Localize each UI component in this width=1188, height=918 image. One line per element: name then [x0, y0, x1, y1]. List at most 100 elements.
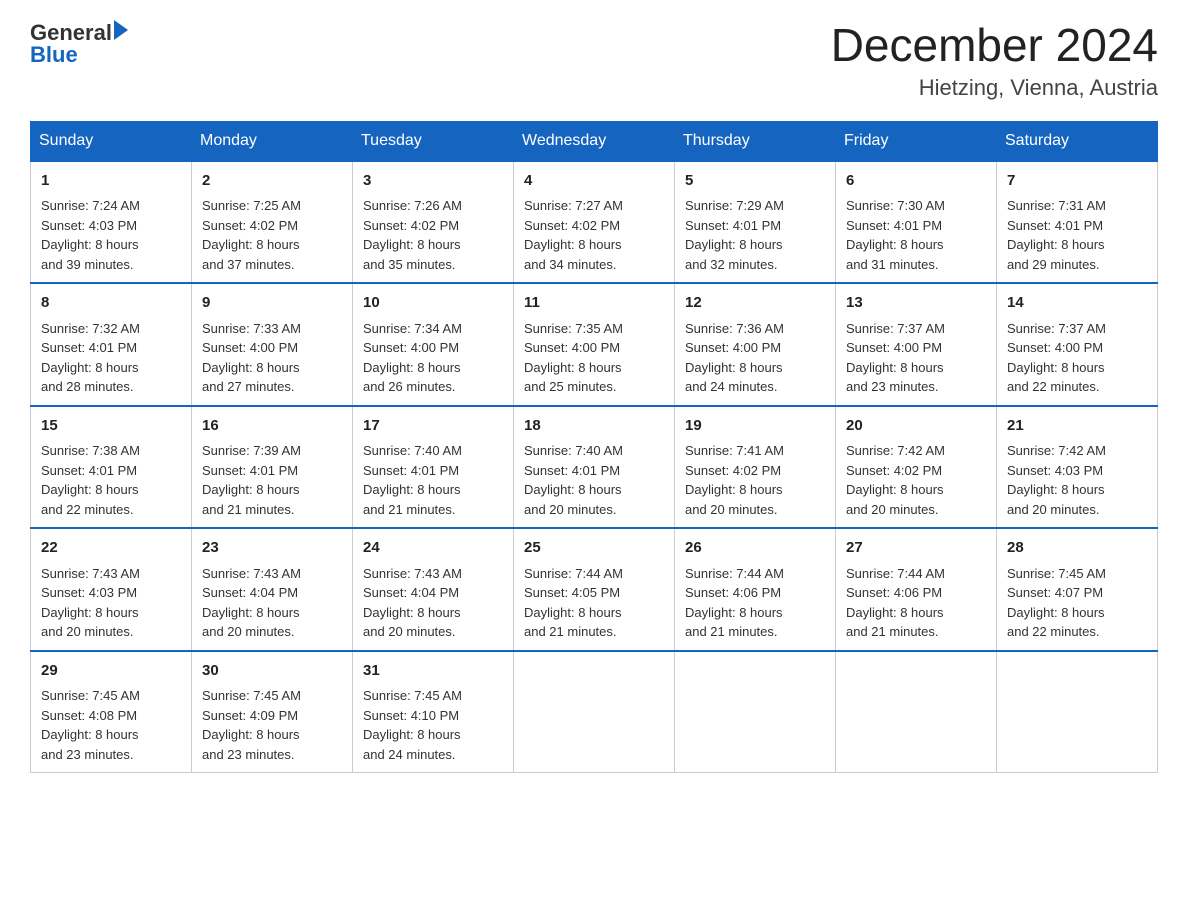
day-info: Sunrise: 7:25 AMSunset: 4:02 PMDaylight:…: [202, 198, 301, 272]
day-info: Sunrise: 7:44 AMSunset: 4:06 PMDaylight:…: [685, 566, 784, 640]
day-info: Sunrise: 7:34 AMSunset: 4:00 PMDaylight:…: [363, 321, 462, 395]
logo: General Blue: [30, 20, 128, 68]
table-row: 5 Sunrise: 7:29 AMSunset: 4:01 PMDayligh…: [675, 161, 836, 284]
calendar-week-row: 22 Sunrise: 7:43 AMSunset: 4:03 PMDaylig…: [31, 528, 1158, 651]
logo-blue-text: Blue: [30, 42, 78, 68]
table-row: 28 Sunrise: 7:45 AMSunset: 4:07 PMDaylig…: [997, 528, 1158, 651]
day-info: Sunrise: 7:38 AMSunset: 4:01 PMDaylight:…: [41, 443, 140, 517]
month-title: December 2024: [831, 20, 1158, 71]
day-number: 19: [685, 415, 825, 438]
day-number: 8: [41, 292, 181, 315]
day-info: Sunrise: 7:27 AMSunset: 4:02 PMDaylight:…: [524, 198, 623, 272]
day-info: Sunrise: 7:41 AMSunset: 4:02 PMDaylight:…: [685, 443, 784, 517]
day-number: 29: [41, 660, 181, 683]
day-number: 14: [1007, 292, 1147, 315]
day-number: 10: [363, 292, 503, 315]
day-info: Sunrise: 7:40 AMSunset: 4:01 PMDaylight:…: [363, 443, 462, 517]
day-info: Sunrise: 7:30 AMSunset: 4:01 PMDaylight:…: [846, 198, 945, 272]
table-row: 7 Sunrise: 7:31 AMSunset: 4:01 PMDayligh…: [997, 161, 1158, 284]
day-number: 9: [202, 292, 342, 315]
table-row: 19 Sunrise: 7:41 AMSunset: 4:02 PMDaylig…: [675, 406, 836, 529]
day-number: 20: [846, 415, 986, 438]
day-info: Sunrise: 7:42 AMSunset: 4:03 PMDaylight:…: [1007, 443, 1106, 517]
page-header: General Blue December 2024 Hietzing, Vie…: [30, 20, 1158, 101]
title-block: December 2024 Hietzing, Vienna, Austria: [831, 20, 1158, 101]
day-number: 18: [524, 415, 664, 438]
table-row: 15 Sunrise: 7:38 AMSunset: 4:01 PMDaylig…: [31, 406, 192, 529]
day-number: 27: [846, 537, 986, 560]
table-row: 14 Sunrise: 7:37 AMSunset: 4:00 PMDaylig…: [997, 283, 1158, 406]
table-row: 8 Sunrise: 7:32 AMSunset: 4:01 PMDayligh…: [31, 283, 192, 406]
table-row: 31 Sunrise: 7:45 AMSunset: 4:10 PMDaylig…: [353, 651, 514, 773]
day-number: 2: [202, 170, 342, 193]
table-row: 12 Sunrise: 7:36 AMSunset: 4:00 PMDaylig…: [675, 283, 836, 406]
table-row: 27 Sunrise: 7:44 AMSunset: 4:06 PMDaylig…: [836, 528, 997, 651]
col-monday: Monday: [192, 121, 353, 161]
day-info: Sunrise: 7:31 AMSunset: 4:01 PMDaylight:…: [1007, 198, 1106, 272]
table-row: 18 Sunrise: 7:40 AMSunset: 4:01 PMDaylig…: [514, 406, 675, 529]
calendar-header-row: Sunday Monday Tuesday Wednesday Thursday…: [31, 121, 1158, 161]
day-number: 5: [685, 170, 825, 193]
day-info: Sunrise: 7:43 AMSunset: 4:04 PMDaylight:…: [363, 566, 462, 640]
table-row: 17 Sunrise: 7:40 AMSunset: 4:01 PMDaylig…: [353, 406, 514, 529]
table-row: 30 Sunrise: 7:45 AMSunset: 4:09 PMDaylig…: [192, 651, 353, 773]
col-saturday: Saturday: [997, 121, 1158, 161]
table-row: 21 Sunrise: 7:42 AMSunset: 4:03 PMDaylig…: [997, 406, 1158, 529]
table-row: 2 Sunrise: 7:25 AMSunset: 4:02 PMDayligh…: [192, 161, 353, 284]
table-row: 1 Sunrise: 7:24 AMSunset: 4:03 PMDayligh…: [31, 161, 192, 284]
day-info: Sunrise: 7:37 AMSunset: 4:00 PMDaylight:…: [846, 321, 945, 395]
day-number: 24: [363, 537, 503, 560]
day-number: 15: [41, 415, 181, 438]
table-row: 29 Sunrise: 7:45 AMSunset: 4:08 PMDaylig…: [31, 651, 192, 773]
day-number: 21: [1007, 415, 1147, 438]
day-number: 25: [524, 537, 664, 560]
day-info: Sunrise: 7:45 AMSunset: 4:09 PMDaylight:…: [202, 688, 301, 762]
logo-arrow-icon: [114, 20, 128, 40]
day-info: Sunrise: 7:45 AMSunset: 4:07 PMDaylight:…: [1007, 566, 1106, 640]
day-info: Sunrise: 7:42 AMSunset: 4:02 PMDaylight:…: [846, 443, 945, 517]
col-wednesday: Wednesday: [514, 121, 675, 161]
day-info: Sunrise: 7:43 AMSunset: 4:03 PMDaylight:…: [41, 566, 140, 640]
day-number: 4: [524, 170, 664, 193]
day-number: 11: [524, 292, 664, 315]
day-info: Sunrise: 7:45 AMSunset: 4:08 PMDaylight:…: [41, 688, 140, 762]
table-row: 20 Sunrise: 7:42 AMSunset: 4:02 PMDaylig…: [836, 406, 997, 529]
col-tuesday: Tuesday: [353, 121, 514, 161]
day-info: Sunrise: 7:29 AMSunset: 4:01 PMDaylight:…: [685, 198, 784, 272]
table-row: 11 Sunrise: 7:35 AMSunset: 4:00 PMDaylig…: [514, 283, 675, 406]
table-row: [675, 651, 836, 773]
day-number: 26: [685, 537, 825, 560]
table-row: [514, 651, 675, 773]
calendar-week-row: 1 Sunrise: 7:24 AMSunset: 4:03 PMDayligh…: [31, 161, 1158, 284]
day-info: Sunrise: 7:33 AMSunset: 4:00 PMDaylight:…: [202, 321, 301, 395]
calendar-week-row: 8 Sunrise: 7:32 AMSunset: 4:01 PMDayligh…: [31, 283, 1158, 406]
col-sunday: Sunday: [31, 121, 192, 161]
table-row: 22 Sunrise: 7:43 AMSunset: 4:03 PMDaylig…: [31, 528, 192, 651]
table-row: [836, 651, 997, 773]
day-info: Sunrise: 7:35 AMSunset: 4:00 PMDaylight:…: [524, 321, 623, 395]
table-row: 25 Sunrise: 7:44 AMSunset: 4:05 PMDaylig…: [514, 528, 675, 651]
calendar-table: Sunday Monday Tuesday Wednesday Thursday…: [30, 121, 1158, 774]
day-number: 7: [1007, 170, 1147, 193]
day-info: Sunrise: 7:44 AMSunset: 4:06 PMDaylight:…: [846, 566, 945, 640]
day-number: 30: [202, 660, 342, 683]
day-info: Sunrise: 7:40 AMSunset: 4:01 PMDaylight:…: [524, 443, 623, 517]
table-row: 16 Sunrise: 7:39 AMSunset: 4:01 PMDaylig…: [192, 406, 353, 529]
day-info: Sunrise: 7:43 AMSunset: 4:04 PMDaylight:…: [202, 566, 301, 640]
table-row: [997, 651, 1158, 773]
day-number: 1: [41, 170, 181, 193]
day-number: 23: [202, 537, 342, 560]
day-number: 6: [846, 170, 986, 193]
day-number: 17: [363, 415, 503, 438]
day-number: 31: [363, 660, 503, 683]
table-row: 9 Sunrise: 7:33 AMSunset: 4:00 PMDayligh…: [192, 283, 353, 406]
col-friday: Friday: [836, 121, 997, 161]
day-number: 28: [1007, 537, 1147, 560]
day-info: Sunrise: 7:45 AMSunset: 4:10 PMDaylight:…: [363, 688, 462, 762]
day-info: Sunrise: 7:37 AMSunset: 4:00 PMDaylight:…: [1007, 321, 1106, 395]
table-row: 23 Sunrise: 7:43 AMSunset: 4:04 PMDaylig…: [192, 528, 353, 651]
day-number: 22: [41, 537, 181, 560]
day-info: Sunrise: 7:24 AMSunset: 4:03 PMDaylight:…: [41, 198, 140, 272]
day-info: Sunrise: 7:36 AMSunset: 4:00 PMDaylight:…: [685, 321, 784, 395]
day-info: Sunrise: 7:44 AMSunset: 4:05 PMDaylight:…: [524, 566, 623, 640]
